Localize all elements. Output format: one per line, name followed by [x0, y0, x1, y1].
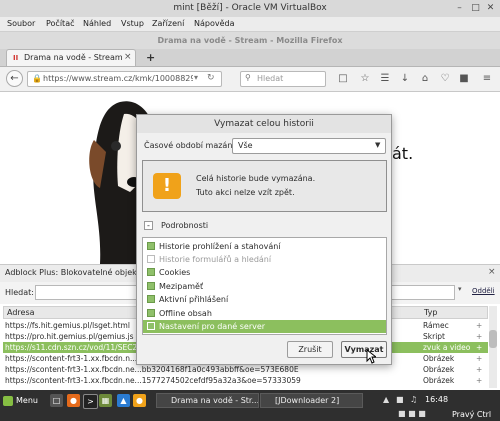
taskbar-window-jdownloader-label: [JDownloader 2] [275, 396, 340, 405]
firefox-window-title: Drama na vodě - Stream - Mozilla Firefox [157, 36, 343, 45]
checkbox-form-history[interactable]: Historie formulářů a hledání [143, 253, 386, 266]
col-address[interactable]: Adresa [7, 308, 35, 317]
period-select-value: Vše [238, 141, 253, 150]
shield-icon[interactable]: ■ [396, 395, 404, 404]
dropdown-icon[interactable]: ▾ [194, 73, 198, 82]
col-type[interactable]: Typ [424, 308, 437, 317]
period-label: Časové období mazání: [144, 141, 238, 150]
vbox-menubar [0, 17, 500, 32]
taskbar-window-firefox-label: Drama na vodě - Str... [171, 396, 259, 405]
warning-line-2: Tuto akci nelze vzít zpět. [196, 188, 295, 197]
minimize-icon[interactable]: – [453, 2, 466, 15]
reload-icon[interactable]: ↻ [207, 73, 215, 83]
scrollbar-thumb[interactable] [489, 330, 497, 348]
chevron-down-icon: ▼ [375, 141, 381, 149]
menu-soubor[interactable]: Soubor [7, 19, 35, 28]
firefox-launcher-icon[interactable]: ● [67, 394, 80, 407]
search-icon: ⚲ [245, 73, 251, 82]
checkbox[interactable] [147, 282, 155, 290]
menu-vstup[interactable]: Vstup [121, 19, 144, 28]
tab-title: Drama na vodě - Stream [24, 53, 123, 62]
page-headline-fragment: át. [392, 144, 414, 163]
files-launcher-icon[interactable]: ▦ [99, 394, 112, 407]
details-label[interactable]: Podrobnosti [161, 221, 208, 230]
checkbox[interactable] [147, 268, 155, 276]
checkbox[interactable] [147, 309, 155, 317]
terminal-launcher-icon[interactable]: > [83, 394, 98, 409]
checkbox-cache[interactable]: Mezipaměť [143, 280, 386, 293]
search-input[interactable]: ⚲ Hledat [240, 71, 326, 87]
close-icon[interactable]: ✕ [484, 2, 497, 15]
warning-line-1: Celá historie bude vymazána. [196, 174, 316, 183]
checkbox[interactable] [147, 255, 155, 263]
url-bar[interactable]: 🔒 https://www.stream.cz/kmk/10008829-dra… [27, 71, 222, 87]
detach-link[interactable]: Odděli [472, 287, 495, 295]
checkbox[interactable] [147, 242, 155, 250]
mouse-cursor-icon [366, 349, 376, 364]
checkbox-site-settings[interactable]: Nastavení pro dané server [143, 320, 386, 333]
hamburger-menu-icon[interactable]: ≡ [480, 72, 494, 86]
host-key-label: Pravý Ctrl [452, 410, 492, 419]
new-tab-icon[interactable]: + [146, 51, 155, 64]
start-menu-button[interactable]: Menu [3, 393, 45, 408]
cancel-button[interactable]: Zrušit [287, 341, 333, 358]
table-row[interactable]: https://scontent-frt3-1.xx.fbcdn.ne...15… [3, 375, 488, 386]
reader-view-icon[interactable]: □ [336, 72, 350, 86]
dialog-title: Vymazat celou historii [137, 115, 391, 133]
search-placeholder: Hledat [257, 74, 284, 83]
checkbox-active-logins[interactable]: Aktivní přihlášení [143, 293, 386, 306]
period-select[interactable]: Vše ▼ [232, 138, 386, 154]
details-toggle[interactable]: - [144, 221, 153, 230]
home-icon[interactable]: ⌂ [418, 72, 432, 86]
app-launcher-icon-2[interactable]: ● [133, 394, 146, 407]
reading-list-icon[interactable]: ☰ [378, 72, 392, 86]
confirm-clear-button[interactable]: Vymazat [341, 341, 387, 358]
warning-icon: ! [153, 173, 181, 199]
menu-napoveda[interactable]: Nápověda [194, 19, 235, 28]
checkbox[interactable] [147, 295, 155, 303]
vbox-status-icons: ■ ■ ■ [398, 409, 426, 418]
back-icon[interactable]: ← [6, 70, 23, 87]
show-desktop-icon[interactable]: □ [50, 394, 63, 407]
adblock-panel-title: Adblock Plus: Blokovatelné objekty na [5, 268, 158, 277]
menu-zarizeni[interactable]: Zařízení [152, 19, 184, 28]
filter-label: Hledat: [5, 288, 34, 297]
mint-logo-icon [3, 395, 13, 406]
clock[interactable]: 16:48 [425, 395, 448, 404]
network-icon[interactable]: ▲ [383, 395, 389, 404]
checkbox[interactable] [147, 322, 155, 330]
menu-pocitac[interactable]: Počítač [46, 19, 75, 28]
taskbar-window-jdownloader[interactable]: [JDownloader 2] [260, 393, 363, 408]
pause-icon: II [13, 54, 19, 62]
adblock-icon[interactable]: ■ [457, 72, 471, 86]
volume-icon[interactable]: ♫ [410, 395, 417, 404]
pocket-icon[interactable]: ♡ [438, 72, 452, 86]
filter-dropdown-icon[interactable]: ▾ [458, 285, 467, 298]
app-launcher-icon-1[interactable]: ▲ [117, 394, 130, 407]
menu-nahled[interactable]: Náhled [83, 19, 111, 28]
start-menu-label: Menu [16, 396, 38, 405]
bookmark-star-icon[interactable]: ☆ [358, 72, 372, 86]
download-icon[interactable]: ↓ [398, 72, 412, 86]
vbox-window-title: mint [Běží] - Oracle VM VirtualBox [173, 3, 327, 13]
tab-active[interactable]: II Drama na vodě - Stream × [6, 49, 136, 66]
tab-close-icon[interactable]: × [124, 52, 132, 62]
lock-icon: 🔒 [32, 74, 42, 83]
checkbox-cookies[interactable]: Cookies [143, 266, 386, 279]
maximize-icon[interactable]: □ [469, 2, 482, 15]
url-text: https://www.stream.cz/kmk/10008829-dra [43, 74, 193, 83]
taskbar-window-firefox[interactable]: Drama na vodě - Str... [156, 393, 259, 408]
checkbox-offline-content[interactable]: Offline obsah [143, 307, 386, 320]
checkbox-browsing-history[interactable]: Historie prohlížení a stahování [143, 240, 386, 253]
adblock-close-icon[interactable]: × [488, 267, 496, 277]
table-row[interactable]: https://scontent-frt3-1.xx.fbcdn.ne...bb… [3, 364, 488, 375]
